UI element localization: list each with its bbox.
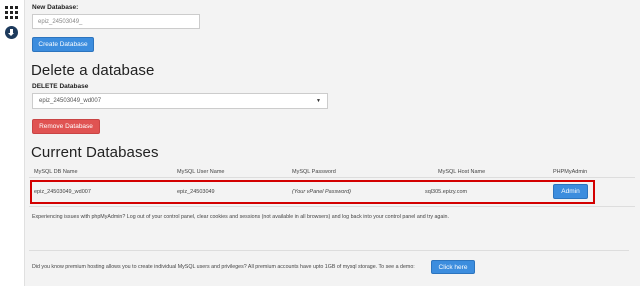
remove-database-button[interactable]: Remove Database (32, 119, 100, 134)
table-divider (29, 177, 635, 178)
row-user-name: epiz_24503049 (177, 189, 215, 195)
click-here-button[interactable]: Click here (431, 260, 475, 274)
delete-database-heading: Delete a database (31, 62, 155, 79)
new-database-input[interactable]: epiz_24503049_ (32, 14, 200, 29)
row-host-name: sql305.epizy.com (425, 189, 468, 195)
column-header-password: MySQL Password (292, 169, 336, 175)
row-db-name: epiz_24503049_wd007 (34, 189, 91, 195)
create-database-button[interactable]: Create Database (32, 37, 94, 52)
sidebar (0, 0, 25, 286)
phpmyadmin-help-text: Experiencing issues with phpMyAdmin? Log… (32, 214, 449, 220)
main-content: New Database: epiz_24503049_ Create Data… (24, 0, 636, 286)
premium-promo-text: Did you know premium hosting allows you … (32, 264, 415, 270)
delete-database-select[interactable]: epiz_24503049_wd007 ▼ (32, 93, 328, 109)
chevron-down-icon: ▼ (316, 98, 321, 104)
delete-database-selected-value: epiz_24503049_wd007 (39, 98, 102, 104)
column-header-user-name: MySQL User Name (177, 169, 225, 175)
column-header-host-name: MySQL Host Name (438, 169, 486, 175)
table-divider-bottom (29, 206, 635, 207)
row-password: (Your vPanel Password) (292, 189, 351, 195)
current-databases-heading: Current Databases (31, 144, 159, 161)
apps-grid-icon[interactable] (5, 6, 18, 19)
column-header-phpmyadmin: PHPMyAdmin (553, 169, 588, 175)
new-database-label: New Database: (32, 4, 79, 11)
delete-database-label: DELETE Database (32, 83, 89, 90)
column-header-db-name: MySQL DB Name (34, 169, 78, 175)
download-icon[interactable] (5, 26, 18, 39)
phpmyadmin-admin-button[interactable]: Admin (553, 184, 588, 199)
